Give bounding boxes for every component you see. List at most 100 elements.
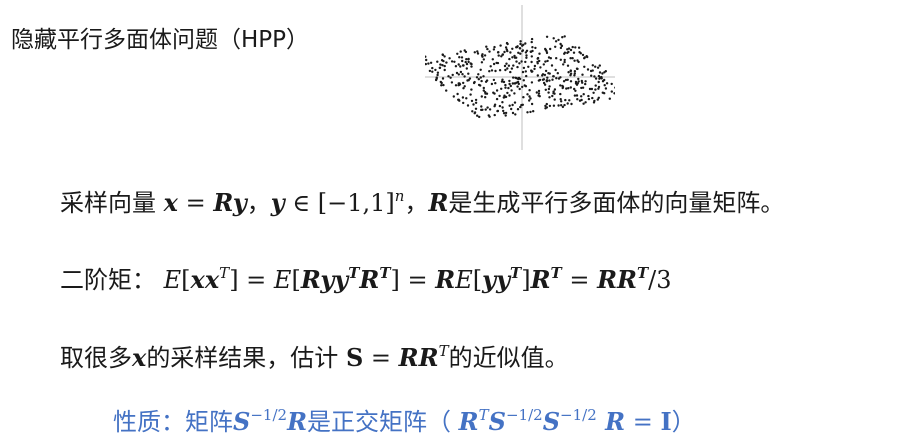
scatter-point (453, 60, 456, 63)
scatter-point (513, 92, 516, 95)
scatter-point (552, 75, 555, 78)
scatter-point (506, 91, 509, 95)
scatter-point (548, 96, 551, 99)
scatter-point (443, 64, 446, 68)
scatter-point (581, 73, 584, 76)
scatter-point (521, 49, 524, 53)
scatter-point (507, 86, 510, 90)
scatter-point (569, 80, 573, 83)
scatter-point (500, 87, 503, 91)
scatter-point (567, 47, 571, 50)
scatter-point (533, 67, 536, 71)
scatter-point (530, 40, 533, 44)
scatter-point (567, 87, 570, 90)
scatter-point (597, 80, 600, 84)
scatter-point (431, 66, 434, 70)
scatter-point (535, 91, 538, 94)
scatter-point (573, 94, 577, 97)
scatter-point (581, 81, 584, 84)
scatter-point (530, 60, 533, 64)
scatter-point (608, 97, 611, 100)
scatter-point (524, 60, 527, 64)
scatter-point (456, 52, 459, 55)
scatter-point (526, 111, 529, 114)
scatter-point (498, 69, 502, 72)
scatter-point (502, 96, 505, 99)
scatter-point (488, 115, 491, 118)
scatter-point (536, 56, 540, 60)
scatter-point (539, 66, 542, 69)
scatter-point (499, 44, 502, 47)
scatter-point (594, 77, 598, 80)
scatter-point (484, 108, 487, 111)
scatter-point (520, 60, 523, 63)
scatter-point (473, 111, 477, 114)
scatter-point (534, 46, 537, 50)
scatter-point (537, 89, 541, 93)
scatter-point (551, 78, 554, 81)
scatter-point (462, 101, 465, 105)
scatter-point (504, 86, 507, 89)
scatter-point (537, 92, 541, 95)
scatter-point (559, 58, 562, 61)
scatter-point (603, 78, 606, 82)
scatter-point (525, 54, 528, 57)
scatter-point (564, 78, 568, 82)
scatter-point (473, 51, 476, 54)
scatter-point (515, 56, 518, 59)
scatter-point (550, 64, 554, 67)
scatter-point (591, 96, 594, 100)
scatter-point (467, 72, 470, 75)
scatter-point (519, 40, 522, 43)
scatter-point (429, 61, 433, 64)
scatter-point (559, 92, 562, 96)
scatter-point (463, 85, 466, 88)
scatter-point (560, 104, 563, 107)
scatter-point (538, 95, 541, 98)
scatter-point (549, 47, 552, 51)
scatter-point (465, 62, 469, 66)
scatter-point (563, 35, 566, 38)
scatter-point (496, 109, 499, 113)
scatter-point (471, 110, 474, 113)
scatter-point (498, 94, 501, 98)
scatter-point (477, 73, 480, 76)
scatter-point (438, 66, 441, 70)
scatter-point (536, 62, 539, 65)
scatter-point (560, 100, 563, 103)
scatter-point (480, 61, 484, 64)
scatter-point (600, 75, 603, 79)
scatter-point (488, 50, 491, 53)
scatter-point (449, 76, 452, 79)
scatter-point (511, 47, 514, 50)
scatter-point (532, 110, 535, 113)
scatter-point (511, 56, 514, 59)
scatter-point (556, 72, 559, 75)
scatter-point (597, 85, 601, 89)
scatter-point (447, 75, 450, 78)
scatter-point (462, 81, 465, 85)
scatter-point (510, 67, 514, 70)
scatter-point (494, 69, 497, 73)
scatter-point (598, 64, 601, 67)
scatter-point (500, 55, 503, 58)
scatter-point (596, 66, 600, 69)
scatter-point (495, 89, 499, 92)
scatter-point (493, 113, 496, 117)
scatter-point (564, 98, 567, 102)
scatter-point (573, 59, 576, 62)
scatter-point (565, 87, 568, 90)
scatter-point (562, 63, 565, 66)
scatter-point (494, 82, 497, 85)
scatter-point (554, 40, 558, 43)
scatter-point (544, 88, 547, 92)
scatter-point (552, 37, 555, 40)
scatter-point (545, 106, 549, 109)
scatter-point (504, 68, 507, 72)
scatter-point (484, 80, 488, 84)
scatter-point (575, 83, 579, 86)
scatter-point (586, 68, 590, 71)
scatter-point (519, 52, 522, 55)
scatter-point (548, 79, 551, 82)
scatter-point (545, 79, 548, 82)
